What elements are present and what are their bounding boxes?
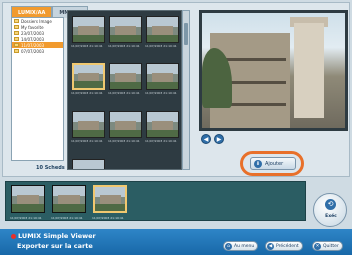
tray-thumbnail[interactable] [52, 185, 86, 213]
image-count: 10 Scheds [36, 165, 65, 171]
previous-icon[interactable]: ◀ [201, 134, 211, 144]
tree-item-label: 07/07/2003 [21, 48, 45, 54]
thumbnail-label: 11/07/2003 21:10:41 [108, 44, 140, 48]
folder-icon [14, 37, 19, 41]
tray-thumbnail-selected[interactable] [93, 185, 127, 213]
previous-button-label: Précédent [276, 243, 299, 249]
previous-button[interactable]: ◀ Précédent [265, 241, 303, 251]
tray-thumbnail-label: 11/07/2003 21:10:41 [51, 216, 83, 220]
thumbnail-label: 11/07/2003 21:10:41 [108, 91, 140, 95]
brand-logo-icon [11, 233, 16, 239]
thumbnail-scrollbar[interactable] [182, 10, 190, 170]
folder-icon [14, 31, 19, 35]
tree-item-label: Dossiers Image [21, 18, 52, 24]
preview-image [202, 13, 345, 128]
home-icon: ⌂ [225, 242, 232, 250]
thumbnail-label: 11/07/2003 21:10:41 [71, 139, 103, 143]
thumbnail-label: 11/07/2003 21:10:41 [145, 44, 177, 48]
thumbnail[interactable] [146, 111, 179, 138]
folder-icon [14, 19, 19, 23]
next-icon[interactable]: ▶ [214, 134, 224, 144]
quit-button-label: Quitter [323, 243, 339, 249]
thumbnail-label: 11/07/2003 21:10:41 [71, 91, 103, 95]
thumbnail[interactable] [109, 16, 142, 43]
tree-item-label: 14/07/2003 [21, 36, 45, 42]
tree-item-label: My favorite [21, 24, 44, 30]
execute-label: Exéc [325, 214, 337, 219]
tree-item-label: 23/07/2003 [21, 30, 45, 36]
add-button[interactable]: ⬇ Ajouter [250, 157, 296, 170]
tray-thumbnail[interactable] [11, 185, 45, 213]
folder-icon [14, 43, 19, 47]
thumbnail-label: 11/07/2003 21:10:41 [145, 91, 177, 95]
tray-thumbnail-label: 11/07/2003 21:10:41 [92, 216, 124, 220]
scrollbar-thumb[interactable] [184, 23, 188, 45]
execute-icon: ⟲ [325, 199, 336, 210]
preview-frame [199, 10, 348, 131]
thumbnail[interactable] [72, 111, 105, 138]
thumbnail[interactable] [72, 159, 105, 169]
export-tray: 11/07/2003 21:10:41 11/07/2003 21:10:41 … [5, 181, 306, 221]
menu-button[interactable]: ⌂ Au menu [223, 241, 259, 251]
brand-text: LUMIX Simple Viewer [18, 232, 96, 240]
close-icon: ✕ [314, 242, 321, 250]
tree-item[interactable]: 07/07/2003 [12, 48, 63, 54]
folder-icon [14, 49, 19, 53]
thumbnail[interactable] [109, 63, 142, 90]
add-button-label: Ajouter [265, 160, 284, 167]
thumbnail-label: 11/07/2003 21:10:41 [145, 139, 177, 143]
execute-button[interactable]: ⟲ Exéc [313, 193, 347, 227]
quit-button[interactable]: ✕ Quitter [312, 241, 343, 251]
app-window: LUMIX/AA MMXXA Dossiers Image My favorit… [0, 0, 352, 255]
menu-button-label: Au menu [234, 243, 255, 249]
tray-thumbnail-label: 11/07/2003 21:10:41 [10, 216, 42, 220]
folder-icon [14, 25, 19, 29]
tree-item-label: 11/07/2003 [21, 42, 45, 48]
add-down-arrow-icon: ⬇ [254, 159, 262, 168]
thumbnail-selected[interactable] [72, 63, 105, 90]
thumbnail[interactable] [72, 16, 105, 43]
brand-title: LUMIX Simple Viewer [11, 232, 96, 240]
folder-tree: Dossiers Image My favorite 23/07/2003 14… [11, 17, 64, 161]
thumbnail-grid: 11/07/2003 21:10:41 11/07/2003 21:10:41 … [67, 10, 182, 170]
page-subtitle: Exporter sur la carte [17, 242, 93, 250]
thumbnail-label: 11/07/2003 21:10:41 [108, 139, 140, 143]
back-icon: ◀ [267, 242, 274, 250]
thumbnail[interactable] [146, 16, 179, 43]
preview-nav: ◀ ▶ [201, 134, 224, 144]
thumbnail[interactable] [146, 63, 179, 90]
thumbnail-label: 11/07/2003 21:10:41 [71, 44, 103, 48]
thumbnail[interactable] [109, 111, 142, 138]
